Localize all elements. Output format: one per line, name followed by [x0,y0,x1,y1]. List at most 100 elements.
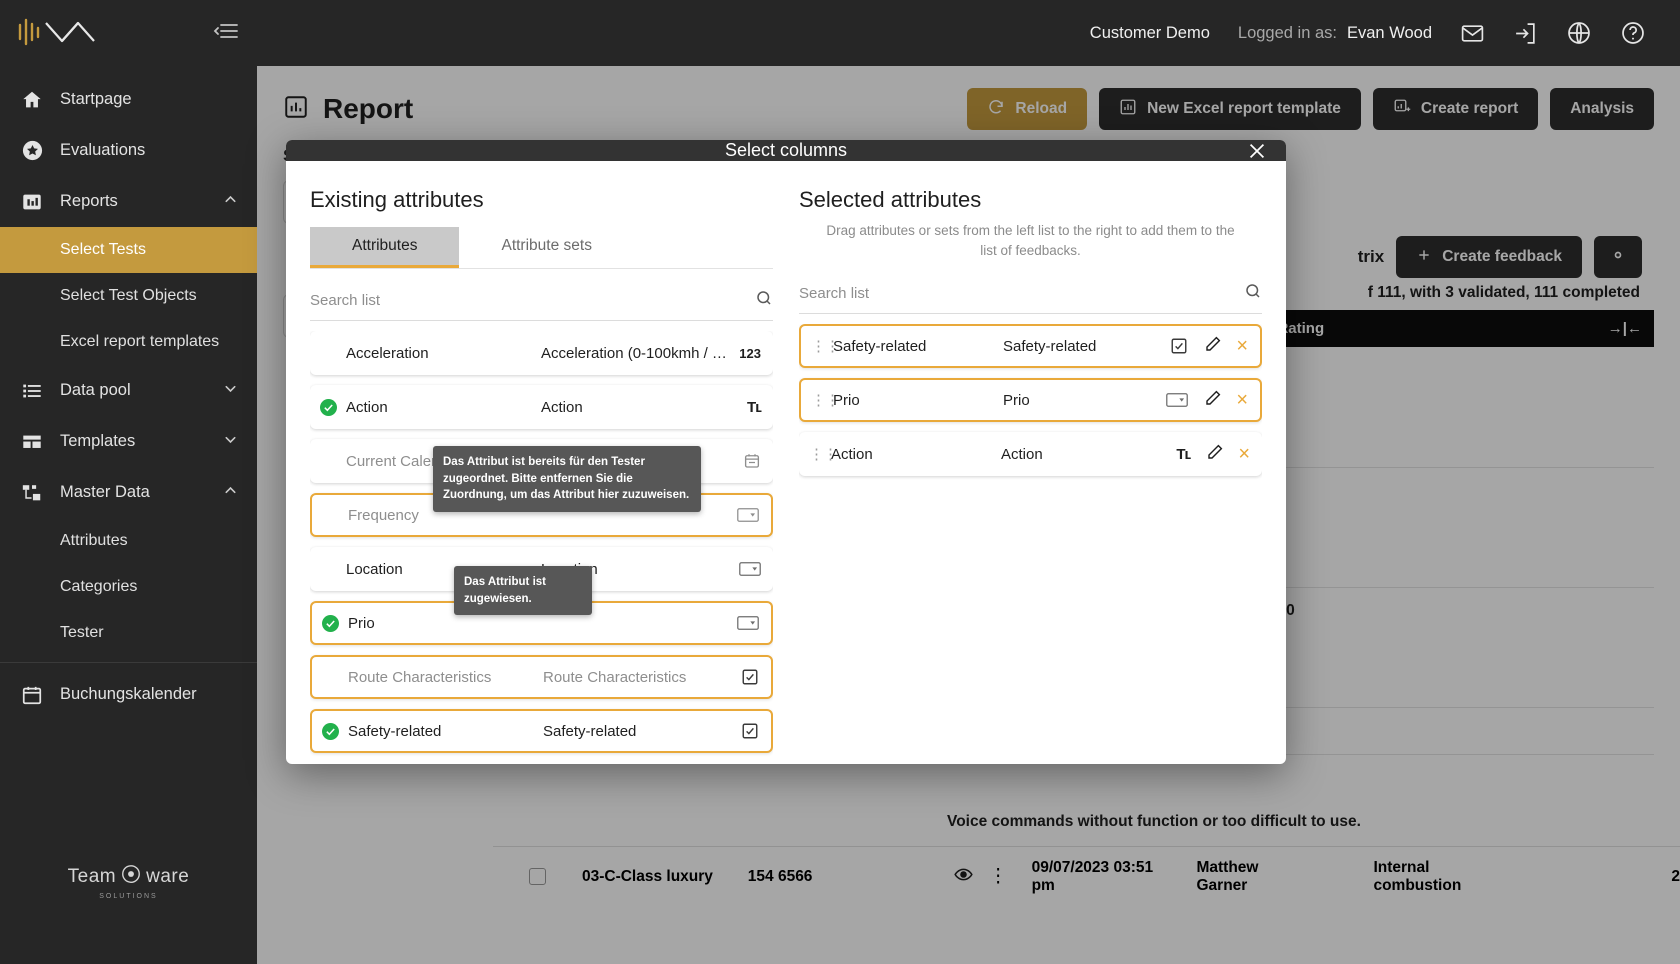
check-circle-icon [320,398,337,416]
sidebar-nav: Startpage Evaluations Reports Select Tes… [0,74,257,720]
sidebar-label: Templates [60,432,136,450]
tooltip-frequency: Das Attribut ist bereits für den Tester … [433,446,701,513]
help-icon[interactable] [1620,20,1646,46]
brand-ware: ware [146,866,190,887]
tab-attribute-sets[interactable]: Attribute sets [459,227,633,268]
sidebar-label: Attributes [60,532,128,549]
tab-attributes[interactable]: Attributes [310,227,460,268]
attribute-name: Action [346,398,388,416]
pencil-icon[interactable] [1204,335,1222,358]
checkbox-icon [1158,337,1188,355]
sidebar-item-attributes[interactable]: Attributes [0,518,257,564]
sidebar-item-startpage[interactable]: Startpage [0,74,257,125]
attribute-description: Acceleration (0-100kmh / Seco... [541,344,731,362]
customer-name: Customer Demo [1089,23,1210,42]
attribute-description: Action [541,398,583,416]
assigned-status [322,722,348,740]
sidebar-label: Master Data [60,483,150,501]
check-circle-icon [322,614,339,632]
sidebar-item-excel-report-templates[interactable]: Excel report templates [0,319,257,365]
sidebar-label: Startpage [60,90,132,108]
attribute-name: Route Characteristics [348,668,492,686]
attribute-description: Safety-related [543,722,637,740]
sidebar-label: Tester [60,624,104,641]
sidebar-item-master-data[interactable]: Master Data [0,467,257,518]
attribute-name: Acceleration [346,344,429,362]
mail-icon[interactable] [1460,21,1485,46]
sidebar-item-tester[interactable]: Tester [0,610,257,656]
list-item[interactable]: Acceleration Acceleration (0-100kmh / Se… [310,331,773,375]
assigned-status [322,614,348,632]
drag-handle-icon[interactable]: ⋮⋮ [811,391,840,409]
selected-attributes-list: ⋮⋮ Safety-related Safety-related × ⋮⋮ Pr… [799,324,1262,763]
list-item[interactable]: ⋮⋮ Prio Prio × [799,378,1262,423]
list-item[interactable]: Route Characteristics Route Characterist… [310,655,773,699]
drag-handle-icon[interactable]: ⋮⋮ [809,445,838,463]
list-item[interactable]: ⋮⋮ Safety-related Safety-related × [799,324,1262,369]
brand-tagline: SOLUTIONS [99,893,158,900]
brand-circle-icon [120,863,142,891]
collapse-panel-icon[interactable] [213,20,239,47]
sidebar-label: Excel report templates [60,333,220,350]
dialog-footer: Cancel Apply [286,763,1286,764]
sidebar-item-templates[interactable]: Templates [0,416,257,467]
sidebar-item-buchungskalender[interactable]: Buchungskalender [0,669,257,720]
existing-search-row [310,281,773,321]
sidebar-item-evaluations[interactable]: Evaluations [0,125,257,176]
selected-search-row [799,274,1262,315]
sidebar-item-select-tests[interactable]: Select Tests [0,227,257,273]
globe-icon[interactable] [1566,20,1592,46]
attribute-name: Action [831,445,873,463]
brand-team: Team [67,866,117,887]
remove-x-icon[interactable]: × [1238,444,1250,464]
attribute-name: Safety-related [833,337,927,355]
attribute-description: Action [1001,445,1043,463]
remove-x-icon[interactable]: × [1236,390,1248,410]
list-icon [20,379,44,403]
selected-search-input[interactable] [799,285,1244,303]
selected-attributes-heading: Selected attributes [799,187,982,212]
top-bar: Customer Demo Logged in as: Evan Wood [257,0,1680,66]
checkbox-icon [729,668,759,686]
list-item[interactable]: Safety-related Safety-related [310,709,773,753]
bar-chart-icon [20,190,44,214]
sidebar-item-categories[interactable]: Categories [0,564,257,610]
sidebar-item-reports[interactable]: Reports [0,176,257,227]
search-icon[interactable] [1244,282,1262,305]
list-item[interactable]: Action Action Tʟ [310,385,773,429]
sidebar-item-data-pool[interactable]: Data pool [0,365,257,416]
sidebar-label: Data pool [60,381,131,399]
sidebar-label: Reports [60,192,118,210]
logout-icon[interactable] [1513,21,1538,46]
existing-attributes-heading: Existing attributes [310,187,484,212]
layout-icon [20,430,44,454]
pencil-icon[interactable] [1204,389,1222,412]
attribute-name: Safety-related [348,722,442,740]
attribute-description: Prio [1003,391,1030,409]
chevron-up-icon [222,191,239,213]
sidebar-label: Select Tests [60,241,146,258]
remove-x-icon[interactable]: × [1236,336,1248,356]
sidebar-item-select-test-objects[interactable]: Select Test Objects [0,273,257,319]
attribute-description: Safety-related [1003,337,1097,355]
attribute-description: Route Characteristics [543,668,687,686]
sidebar-label: Evaluations [60,141,146,159]
list-item[interactable]: ⋮⋮ Action Action Tʟ × [799,432,1262,477]
chevron-up-icon [222,482,239,504]
assigned-status [320,398,346,416]
user-name: Evan Wood [1347,23,1432,42]
search-icon[interactable] [755,289,773,312]
close-icon[interactable] [1246,140,1268,162]
drag-handle-icon[interactable]: ⋮⋮ [811,337,840,355]
star-circle-icon [20,139,44,163]
dropdown-icon [729,615,759,631]
text-Tt-icon: Tʟ [1176,445,1191,463]
sidebar-label: Select Test Objects [60,287,197,304]
pencil-icon[interactable] [1206,443,1224,466]
chevron-down-icon [222,431,239,453]
home-icon [20,88,44,112]
teamware-logo[interactable] [16,13,128,53]
hierarchy-icon [20,481,44,505]
existing-search-input[interactable] [310,292,755,309]
dropdown-icon [1158,392,1189,408]
